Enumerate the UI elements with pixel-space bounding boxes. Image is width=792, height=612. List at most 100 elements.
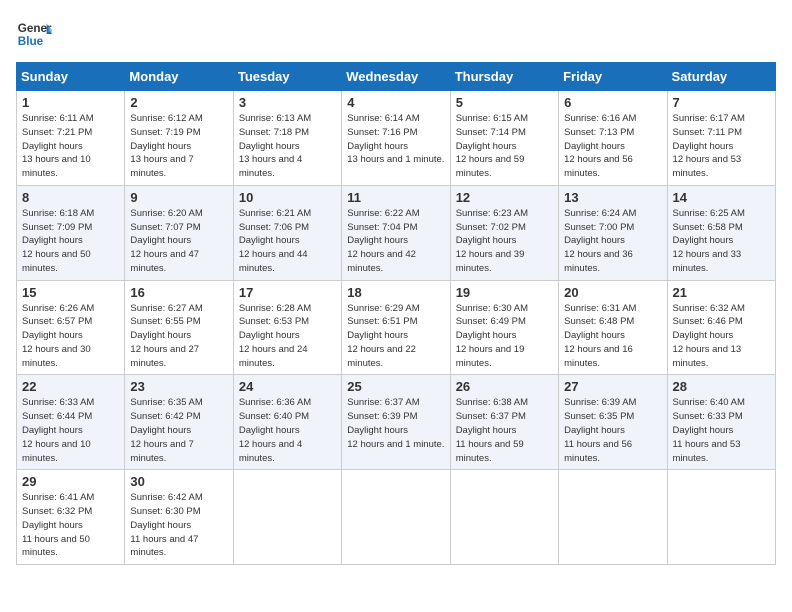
day-number: 27 [564, 379, 661, 394]
day-info: Sunrise: 6:38 AM Sunset: 6:37 PM Dayligh… [456, 396, 553, 465]
day-info: Sunrise: 6:41 AM Sunset: 6:32 PM Dayligh… [22, 491, 119, 560]
day-info: Sunrise: 6:31 AM Sunset: 6:48 PM Dayligh… [564, 302, 661, 371]
calendar-cell: 17 Sunrise: 6:28 AM Sunset: 6:53 PM Dayl… [233, 280, 341, 375]
calendar-cell: 19 Sunrise: 6:30 AM Sunset: 6:49 PM Dayl… [450, 280, 558, 375]
day-number: 14 [673, 190, 770, 205]
day-info: Sunrise: 6:27 AM Sunset: 6:55 PM Dayligh… [130, 302, 227, 371]
calendar-cell: 1 Sunrise: 6:11 AM Sunset: 7:21 PM Dayli… [17, 91, 125, 186]
calendar-cell: 29 Sunrise: 6:41 AM Sunset: 6:32 PM Dayl… [17, 470, 125, 565]
calendar-cell: 10 Sunrise: 6:21 AM Sunset: 7:06 PM Dayl… [233, 185, 341, 280]
day-info: Sunrise: 6:35 AM Sunset: 6:42 PM Dayligh… [130, 396, 227, 465]
calendar-cell: 7 Sunrise: 6:17 AM Sunset: 7:11 PM Dayli… [667, 91, 775, 186]
day-info: Sunrise: 6:20 AM Sunset: 7:07 PM Dayligh… [130, 207, 227, 276]
day-number: 23 [130, 379, 227, 394]
weekday-header-tuesday: Tuesday [233, 63, 341, 91]
day-number: 1 [22, 95, 119, 110]
calendar-cell: 20 Sunrise: 6:31 AM Sunset: 6:48 PM Dayl… [559, 280, 667, 375]
day-number: 19 [456, 285, 553, 300]
svg-text:Blue: Blue [18, 35, 44, 48]
day-number: 10 [239, 190, 336, 205]
day-number: 6 [564, 95, 661, 110]
day-number: 5 [456, 95, 553, 110]
day-info: Sunrise: 6:23 AM Sunset: 7:02 PM Dayligh… [456, 207, 553, 276]
day-number: 7 [673, 95, 770, 110]
day-number: 8 [22, 190, 119, 205]
calendar-cell [342, 470, 450, 565]
day-info: Sunrise: 6:12 AM Sunset: 7:19 PM Dayligh… [130, 112, 227, 181]
day-info: Sunrise: 6:24 AM Sunset: 7:00 PM Dayligh… [564, 207, 661, 276]
weekday-header-saturday: Saturday [667, 63, 775, 91]
day-info: Sunrise: 6:42 AM Sunset: 6:30 PM Dayligh… [130, 491, 227, 560]
calendar-cell: 11 Sunrise: 6:22 AM Sunset: 7:04 PM Dayl… [342, 185, 450, 280]
day-info: Sunrise: 6:36 AM Sunset: 6:40 PM Dayligh… [239, 396, 336, 465]
weekday-header-wednesday: Wednesday [342, 63, 450, 91]
day-number: 2 [130, 95, 227, 110]
calendar-cell: 14 Sunrise: 6:25 AM Sunset: 6:58 PM Dayl… [667, 185, 775, 280]
calendar-cell: 23 Sunrise: 6:35 AM Sunset: 6:42 PM Dayl… [125, 375, 233, 470]
calendar-week-row: 8 Sunrise: 6:18 AM Sunset: 7:09 PM Dayli… [17, 185, 776, 280]
day-info: Sunrise: 6:37 AM Sunset: 6:39 PM Dayligh… [347, 396, 444, 451]
day-info: Sunrise: 6:18 AM Sunset: 7:09 PM Dayligh… [22, 207, 119, 276]
day-number: 12 [456, 190, 553, 205]
weekday-header-monday: Monday [125, 63, 233, 91]
day-info: Sunrise: 6:21 AM Sunset: 7:06 PM Dayligh… [239, 207, 336, 276]
calendar-cell: 26 Sunrise: 6:38 AM Sunset: 6:37 PM Dayl… [450, 375, 558, 470]
day-number: 15 [22, 285, 119, 300]
calendar-cell: 3 Sunrise: 6:13 AM Sunset: 7:18 PM Dayli… [233, 91, 341, 186]
day-number: 26 [456, 379, 553, 394]
calendar-cell: 28 Sunrise: 6:40 AM Sunset: 6:33 PM Dayl… [667, 375, 775, 470]
calendar-week-row: 1 Sunrise: 6:11 AM Sunset: 7:21 PM Dayli… [17, 91, 776, 186]
calendar-cell [667, 470, 775, 565]
day-number: 30 [130, 474, 227, 489]
calendar-week-row: 29 Sunrise: 6:41 AM Sunset: 6:32 PM Dayl… [17, 470, 776, 565]
calendar-cell: 24 Sunrise: 6:36 AM Sunset: 6:40 PM Dayl… [233, 375, 341, 470]
calendar-cell: 2 Sunrise: 6:12 AM Sunset: 7:19 PM Dayli… [125, 91, 233, 186]
day-info: Sunrise: 6:39 AM Sunset: 6:35 PM Dayligh… [564, 396, 661, 465]
logo: General Blue [16, 16, 52, 52]
weekday-header-row: SundayMondayTuesdayWednesdayThursdayFrid… [17, 63, 776, 91]
day-number: 29 [22, 474, 119, 489]
calendar-cell: 21 Sunrise: 6:32 AM Sunset: 6:46 PM Dayl… [667, 280, 775, 375]
day-info: Sunrise: 6:32 AM Sunset: 6:46 PM Dayligh… [673, 302, 770, 371]
day-info: Sunrise: 6:40 AM Sunset: 6:33 PM Dayligh… [673, 396, 770, 465]
weekday-header-friday: Friday [559, 63, 667, 91]
day-number: 11 [347, 190, 444, 205]
calendar-cell: 9 Sunrise: 6:20 AM Sunset: 7:07 PM Dayli… [125, 185, 233, 280]
day-number: 4 [347, 95, 444, 110]
calendar-week-row: 22 Sunrise: 6:33 AM Sunset: 6:44 PM Dayl… [17, 375, 776, 470]
day-info: Sunrise: 6:11 AM Sunset: 7:21 PM Dayligh… [22, 112, 119, 181]
day-info: Sunrise: 6:25 AM Sunset: 6:58 PM Dayligh… [673, 207, 770, 276]
day-number: 17 [239, 285, 336, 300]
calendar-cell: 15 Sunrise: 6:26 AM Sunset: 6:57 PM Dayl… [17, 280, 125, 375]
calendar-cell: 16 Sunrise: 6:27 AM Sunset: 6:55 PM Dayl… [125, 280, 233, 375]
day-info: Sunrise: 6:30 AM Sunset: 6:49 PM Dayligh… [456, 302, 553, 371]
day-info: Sunrise: 6:26 AM Sunset: 6:57 PM Dayligh… [22, 302, 119, 371]
day-number: 22 [22, 379, 119, 394]
calendar-cell: 13 Sunrise: 6:24 AM Sunset: 7:00 PM Dayl… [559, 185, 667, 280]
calendar-cell [450, 470, 558, 565]
calendar-table: SundayMondayTuesdayWednesdayThursdayFrid… [16, 62, 776, 565]
day-number: 21 [673, 285, 770, 300]
day-info: Sunrise: 6:28 AM Sunset: 6:53 PM Dayligh… [239, 302, 336, 371]
day-info: Sunrise: 6:13 AM Sunset: 7:18 PM Dayligh… [239, 112, 336, 181]
calendar-cell: 25 Sunrise: 6:37 AM Sunset: 6:39 PM Dayl… [342, 375, 450, 470]
calendar-cell: 5 Sunrise: 6:15 AM Sunset: 7:14 PM Dayli… [450, 91, 558, 186]
calendar-cell: 6 Sunrise: 6:16 AM Sunset: 7:13 PM Dayli… [559, 91, 667, 186]
calendar-cell: 8 Sunrise: 6:18 AM Sunset: 7:09 PM Dayli… [17, 185, 125, 280]
calendar-cell: 27 Sunrise: 6:39 AM Sunset: 6:35 PM Dayl… [559, 375, 667, 470]
calendar-cell [559, 470, 667, 565]
day-info: Sunrise: 6:29 AM Sunset: 6:51 PM Dayligh… [347, 302, 444, 371]
calendar-cell: 12 Sunrise: 6:23 AM Sunset: 7:02 PM Dayl… [450, 185, 558, 280]
page-header: General Blue [16, 16, 776, 52]
day-info: Sunrise: 6:17 AM Sunset: 7:11 PM Dayligh… [673, 112, 770, 181]
calendar-cell: 30 Sunrise: 6:42 AM Sunset: 6:30 PM Dayl… [125, 470, 233, 565]
day-info: Sunrise: 6:22 AM Sunset: 7:04 PM Dayligh… [347, 207, 444, 276]
day-number: 13 [564, 190, 661, 205]
day-number: 18 [347, 285, 444, 300]
calendar-week-row: 15 Sunrise: 6:26 AM Sunset: 6:57 PM Dayl… [17, 280, 776, 375]
day-number: 3 [239, 95, 336, 110]
day-number: 20 [564, 285, 661, 300]
day-number: 28 [673, 379, 770, 394]
calendar-cell: 4 Sunrise: 6:14 AM Sunset: 7:16 PM Dayli… [342, 91, 450, 186]
day-info: Sunrise: 6:33 AM Sunset: 6:44 PM Dayligh… [22, 396, 119, 465]
